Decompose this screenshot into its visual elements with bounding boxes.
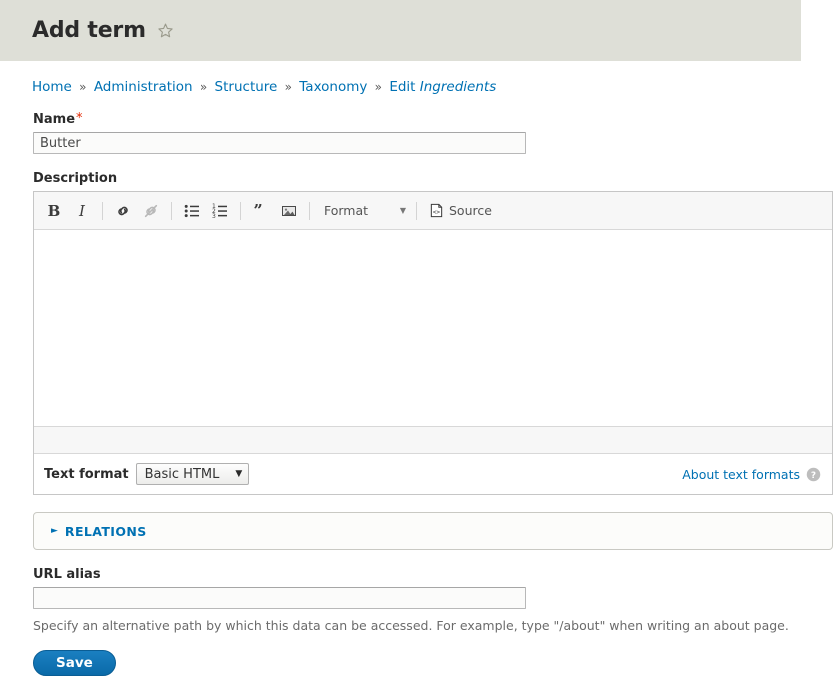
svg-text:?: ?: [811, 471, 816, 481]
svg-text:”: ”: [254, 203, 263, 219]
bold-icon[interactable]: B: [42, 199, 66, 223]
breadcrumb-separator: »: [79, 80, 87, 94]
description-label: Description: [33, 171, 118, 187]
chevron-down-icon: ▼: [235, 469, 243, 480]
toolbar-separator: [416, 201, 417, 220]
text-format-bar: Text format Basic HTML ▼ About text form…: [34, 454, 832, 495]
link-icon[interactable]: [111, 199, 135, 223]
toolbar-separator: [309, 201, 310, 220]
bulleted-list-icon[interactable]: [180, 199, 204, 223]
blockquote-icon[interactable]: ”: [249, 199, 273, 223]
about-text-formats-label: About text formats: [682, 466, 800, 482]
numbered-list-icon[interactable]: 1 2 3: [208, 199, 232, 223]
page-header: Add term: [0, 0, 801, 61]
page-title: Add term: [32, 17, 146, 43]
svg-text:<>: <>: [433, 209, 441, 216]
url-alias-input[interactable]: [33, 587, 526, 610]
toolbar-separator: [240, 201, 241, 220]
save-button[interactable]: Save: [33, 650, 116, 677]
italic-icon[interactable]: I: [70, 199, 94, 223]
breadcrumb-item-edit[interactable]: Edit: [389, 79, 415, 95]
about-text-formats-link[interactable]: About text formats ?: [682, 467, 821, 482]
term-form: Name* Description B I: [0, 112, 833, 677]
editor-statusbar: [34, 426, 832, 455]
breadcrumb-current-page: Ingredients: [419, 79, 497, 95]
description-textarea[interactable]: [34, 230, 832, 427]
relations-label: RELATIONS: [64, 523, 147, 539]
editor-toolbar: B I 1 2 3 ” Format ▼ <> Source: [34, 192, 832, 231]
format-dropdown[interactable]: Format ▼: [316, 199, 410, 223]
name-label: Name*: [33, 112, 833, 127]
toolbar-separator: [102, 201, 103, 220]
name-input[interactable]: [33, 132, 526, 155]
required-marker: *: [76, 111, 83, 127]
description-editor: B I 1 2 3 ” Format ▼ <> Source Text form…: [33, 191, 833, 496]
name-label-text: Name: [33, 112, 76, 128]
text-format-selected-value: Basic HTML: [144, 466, 220, 482]
image-icon[interactable]: [277, 199, 301, 223]
source-code-icon: <>: [429, 203, 444, 218]
breadcrumb-item-administration[interactable]: Administration: [94, 79, 193, 95]
question-mark-icon[interactable]: ?: [806, 467, 821, 482]
breadcrumb-item-home[interactable]: Home: [32, 79, 72, 95]
toolbar-separator: [171, 201, 172, 220]
relations-collapsible[interactable]: ► RELATIONS: [33, 512, 833, 551]
url-alias-label: URL alias: [33, 567, 101, 583]
breadcrumb-separator: »: [374, 80, 383, 94]
breadcrumb: Home » Administration » Structure » Taxo…: [0, 61, 833, 95]
source-button-label: Source: [449, 203, 492, 219]
format-dropdown-label: Format: [324, 203, 369, 219]
text-format-group: Text format Basic HTML ▼: [44, 463, 250, 486]
triangle-right-icon: ►: [51, 525, 58, 536]
chevron-down-icon: ▼: [399, 206, 406, 216]
text-format-label: Text format: [44, 466, 129, 482]
breadcrumb-separator: »: [284, 80, 292, 94]
svg-text:3: 3: [212, 213, 216, 219]
url-alias-help-text: Specify an alternative path by which thi…: [33, 618, 789, 634]
breadcrumb-item-structure[interactable]: Structure: [215, 79, 278, 95]
unlink-icon: [139, 199, 163, 223]
star-outline-icon[interactable]: [157, 22, 174, 43]
source-button[interactable]: <> Source: [423, 199, 498, 223]
text-format-select[interactable]: Basic HTML ▼: [135, 463, 250, 486]
breadcrumb-item-taxonomy[interactable]: Taxonomy: [299, 79, 367, 95]
breadcrumb-separator: »: [199, 80, 208, 94]
